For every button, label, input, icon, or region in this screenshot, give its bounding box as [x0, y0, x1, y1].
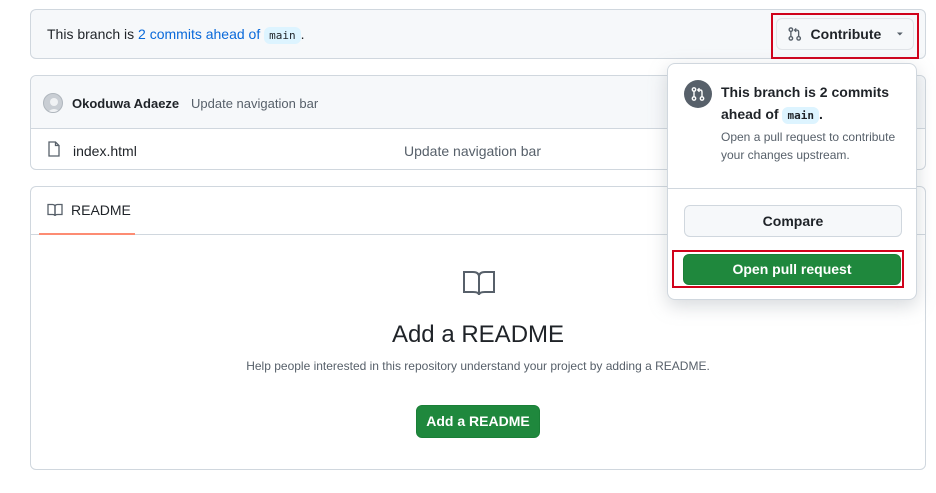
- pull-request-badge-icon: [684, 80, 712, 108]
- readme-book-icon: [463, 271, 495, 296]
- commit-author[interactable]: Okoduwa Adaeze: [72, 96, 179, 111]
- popover-title: This branch is 2 commits ahead of main.: [721, 81, 906, 127]
- popover-description: Open a pull request to contribute your c…: [721, 130, 896, 162]
- popover-branch-code: main: [782, 107, 819, 124]
- avatar[interactable]: [43, 93, 63, 113]
- popover-title-suffix: .: [818, 106, 823, 122]
- git-pull-request-icon: [788, 27, 802, 41]
- book-icon: [47, 203, 63, 217]
- commits-ahead-link[interactable]: 2 commits ahead of: [138, 26, 260, 42]
- open-pull-request-button[interactable]: Open pull request: [683, 254, 901, 285]
- readme-heading: Add a README: [391, 321, 565, 348]
- user-avatar-icon: [47, 98, 61, 112]
- branch-status-text: This branch is 2 commits ahead of main.: [47, 26, 305, 44]
- tab-readme-label: README: [71, 202, 131, 218]
- branch-status-prefix: This branch is: [47, 26, 139, 42]
- file-name-link[interactable]: index.html: [73, 143, 137, 159]
- caret-down-icon: [897, 32, 904, 36]
- base-branch-code: main: [264, 27, 301, 44]
- branch-status-suffix: .: [300, 26, 305, 42]
- popover-divider: [668, 188, 916, 189]
- contribute-label: Contribute: [810, 26, 882, 42]
- compare-button[interactable]: Compare: [684, 205, 902, 237]
- contribute-button[interactable]: Contribute: [776, 18, 914, 50]
- add-readme-button[interactable]: Add a README: [416, 405, 540, 438]
- file-commit-message[interactable]: Update navigation bar: [404, 143, 541, 159]
- readme-description: Help people interested in this repositor…: [246, 359, 710, 373]
- file-icon: [48, 141, 60, 157]
- tab-readme[interactable]: README: [39, 187, 135, 235]
- commit-message[interactable]: Update navigation bar: [191, 96, 318, 111]
